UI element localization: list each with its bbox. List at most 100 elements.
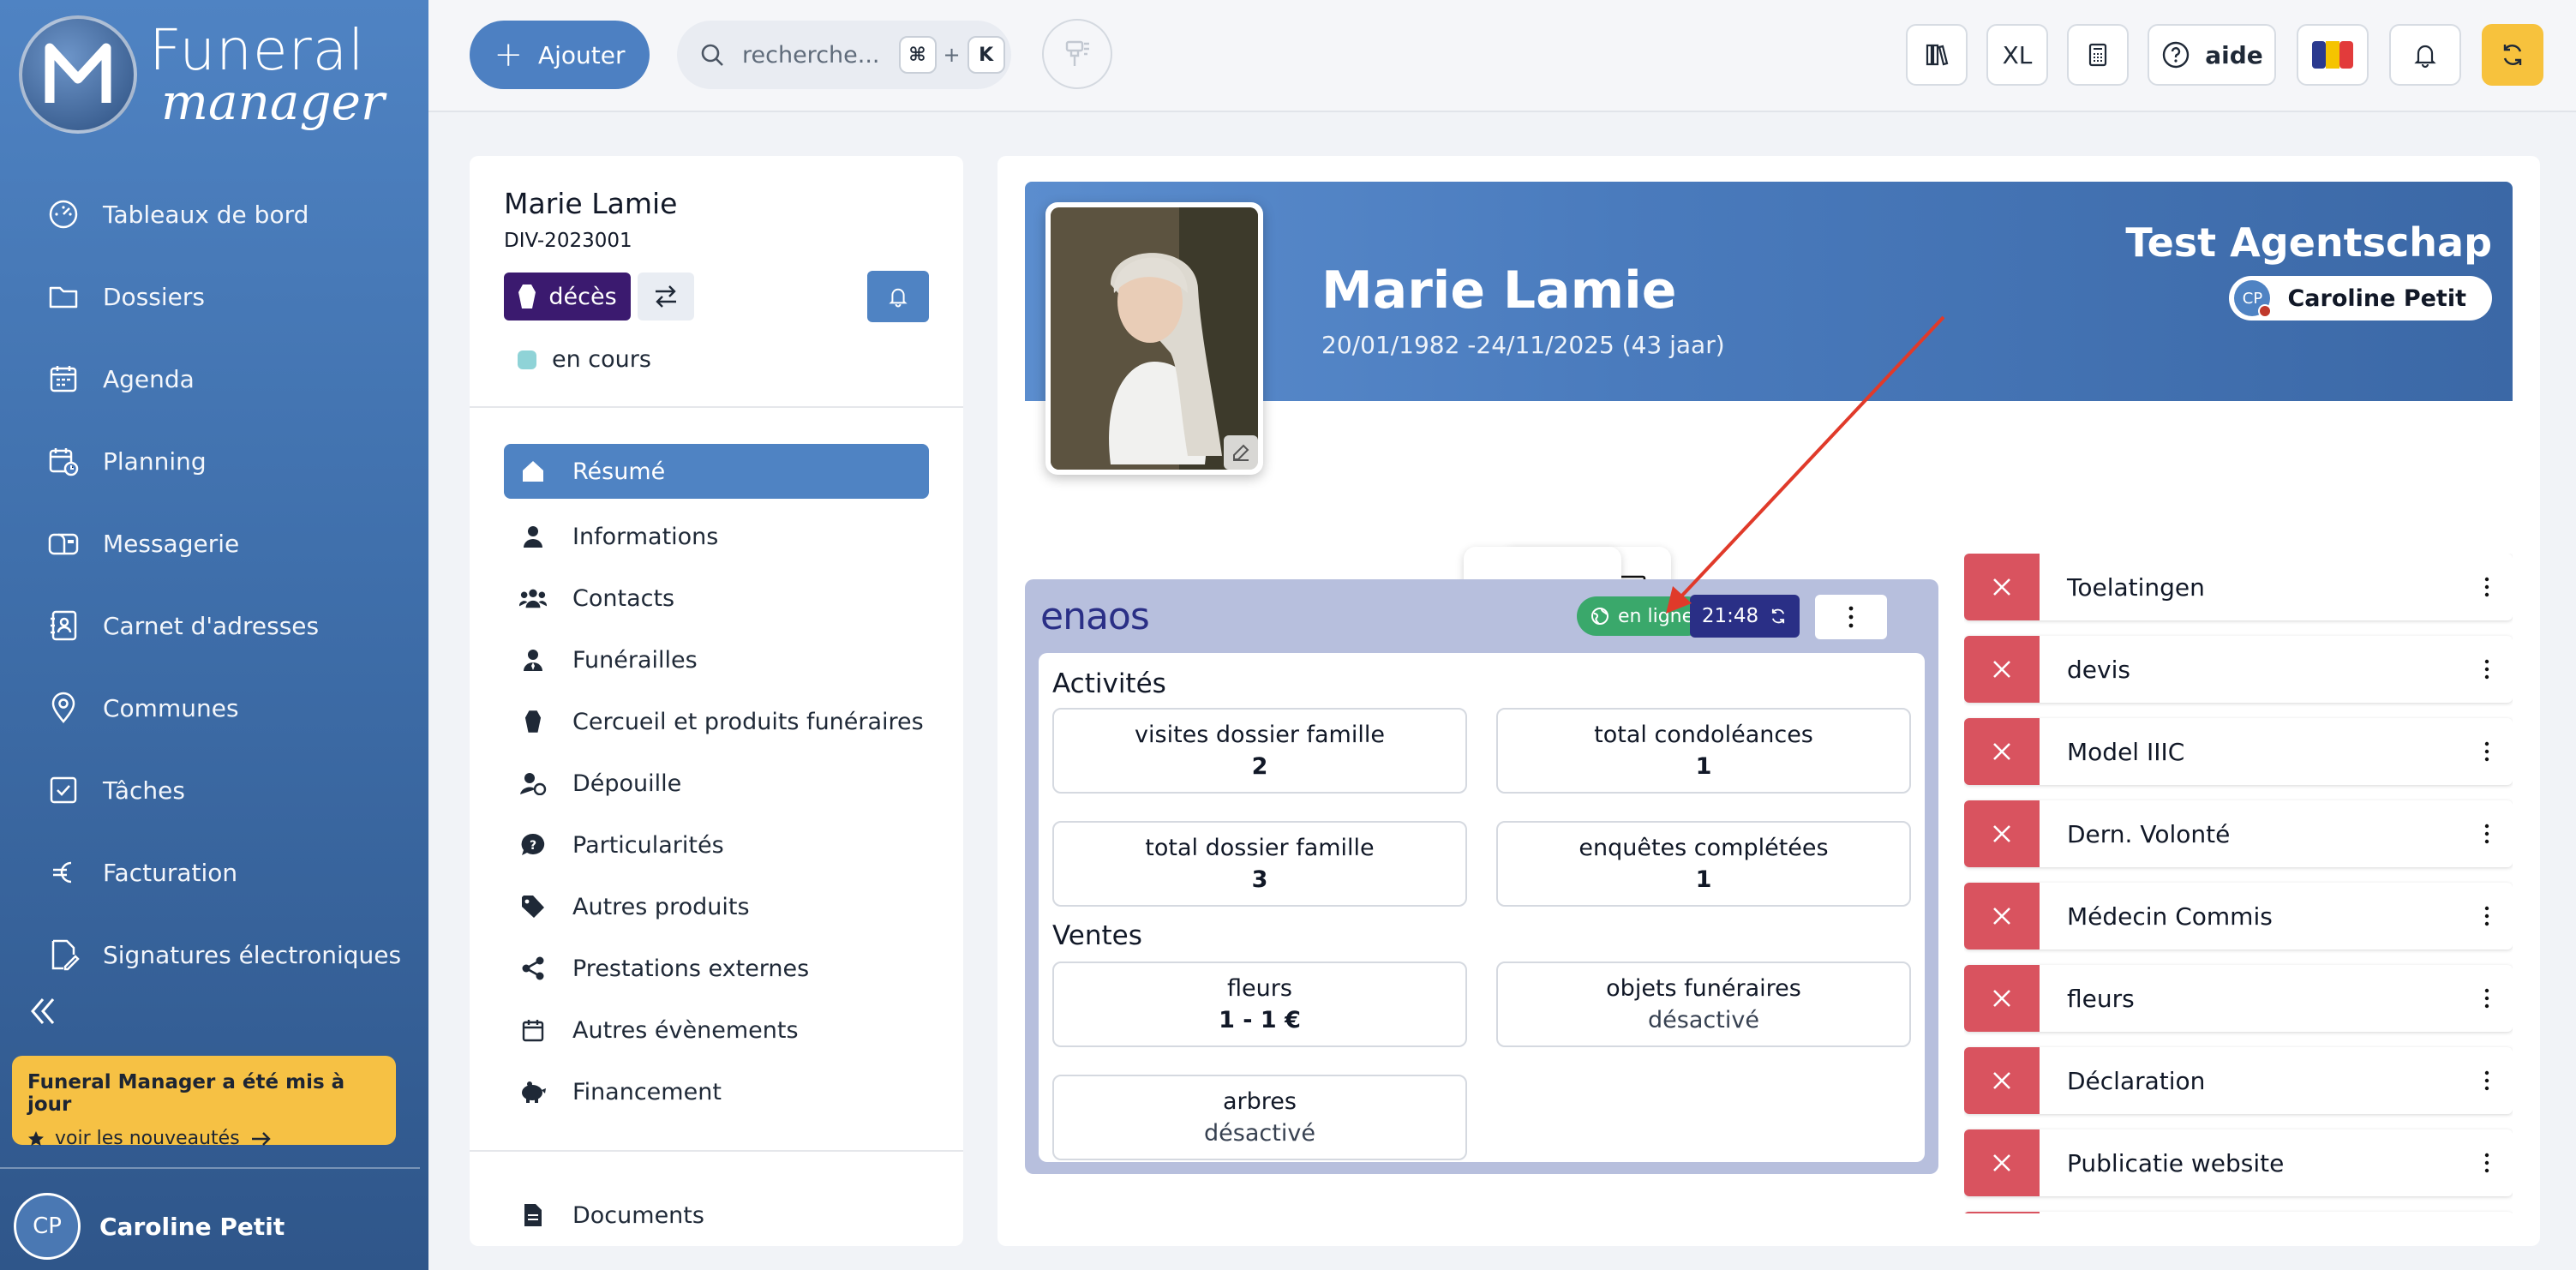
- stat-value: 1 - 1 €: [1219, 1007, 1301, 1033]
- sidebar-item-label: Tableaux de bord: [103, 200, 309, 229]
- task-label: Model IIIC: [2067, 737, 2185, 766]
- dossier-notify-button[interactable]: [867, 271, 929, 322]
- list-item[interactable]: fleurs: [1964, 965, 2513, 1032]
- filter-brush-button[interactable]: [1042, 19, 1112, 89]
- menu-item-label: Cercueil et produits funéraires: [572, 708, 924, 735]
- search-input[interactable]: recherche... ⌘ + K: [677, 21, 1011, 89]
- dossier-tab-informations[interactable]: Informations: [504, 506, 929, 567]
- close-icon: [1993, 578, 2010, 596]
- list-item[interactable]: Publicatie website: [1964, 1129, 2513, 1196]
- close-icon: [1993, 825, 2010, 842]
- dossier-tab-autres-produits[interactable]: Autres produits: [504, 876, 929, 938]
- stat-visites-dossier-famille: visites dossier famille 2: [1052, 708, 1467, 794]
- notifications-button[interactable]: [2389, 24, 2461, 86]
- sidebar-item-facturation[interactable]: Facturation: [0, 831, 428, 914]
- add-button[interactable]: + Ajouter: [470, 21, 650, 89]
- bell-icon: [2414, 45, 2436, 69]
- dossier-tab-resume[interactable]: Résumé: [504, 444, 929, 499]
- comment-question-icon: ?: [521, 833, 545, 855]
- dossier-tab-funerailles[interactable]: Funérailles: [504, 629, 929, 691]
- close-icon: [1993, 661, 2010, 678]
- sidebar-item-planning[interactable]: Planning: [0, 420, 428, 502]
- search-placeholder: recherche...: [742, 41, 880, 69]
- sidebar-item-taches[interactable]: Tâches: [0, 749, 428, 831]
- task-status-button[interactable]: [1964, 718, 2040, 785]
- help-button[interactable]: aide: [2148, 24, 2276, 86]
- task-status-button: [1964, 1212, 2040, 1213]
- list-item[interactable]: Médecin Commis: [1964, 883, 2513, 950]
- task-status-button[interactable]: [1964, 554, 2040, 620]
- online-status-badge[interactable]: en ligne: [1577, 596, 1708, 636]
- dossier-tab-documents[interactable]: Documents: [504, 1184, 929, 1246]
- stat-total-condoleances: total condoléances 1: [1496, 708, 1911, 794]
- task-menu-button[interactable]: [2461, 987, 2513, 1009]
- task-status-button[interactable]: [1964, 883, 2040, 950]
- xl-button[interactable]: XL: [1986, 24, 2048, 86]
- task-menu-button[interactable]: [2461, 576, 2513, 598]
- avatar: CP: [14, 1193, 81, 1260]
- task-status-button[interactable]: [1964, 965, 2040, 1032]
- calculator-button[interactable]: [2067, 24, 2129, 86]
- dossier-tab-depouille[interactable]: Dépouille: [504, 752, 929, 814]
- portrait-image: [1051, 207, 1258, 470]
- kbd-cmd: ⌘: [898, 36, 937, 74]
- list-item[interactable]: Dern. Volonté: [1964, 800, 2513, 867]
- last-sync-time[interactable]: 21:48: [1690, 595, 1800, 638]
- task-menu-button[interactable]: [2461, 905, 2513, 927]
- task-status-button[interactable]: [1964, 800, 2040, 867]
- sidebar-item-messagerie[interactable]: Messagerie: [0, 502, 428, 584]
- coffin-icon: [524, 710, 542, 733]
- sidebar-item-signatures[interactable]: Signatures électroniques: [0, 914, 428, 996]
- stat-value: désactivé: [1648, 1007, 1759, 1033]
- update-notice[interactable]: Funeral Manager a été mis à jour voir le…: [12, 1056, 396, 1149]
- dossier-tab-cercueil[interactable]: Cercueil et produits funéraires: [504, 691, 929, 752]
- dossier-tab-autres-evenements[interactable]: Autres évènements: [504, 999, 929, 1061]
- list-item[interactable]: devis: [1964, 636, 2513, 703]
- language-button[interactable]: [2297, 24, 2369, 86]
- update-link[interactable]: voir les nouveautés: [55, 1128, 240, 1149]
- deceased-photo[interactable]: [1045, 202, 1263, 475]
- stat-value: 1: [1695, 753, 1712, 780]
- collapse-sidebar-icon[interactable]: [24, 992, 62, 1030]
- file-icon: [524, 1204, 542, 1226]
- status-label: en cours: [552, 346, 651, 373]
- user-name: Caroline Petit: [99, 1212, 285, 1241]
- task-status-button[interactable]: [1964, 1047, 2040, 1114]
- list-item[interactable]: Toelatingen: [1964, 554, 2513, 620]
- help-icon: [2163, 41, 2190, 69]
- task-status-button[interactable]: [1964, 636, 2040, 703]
- task-menu-button[interactable]: [2461, 1152, 2513, 1174]
- sidebar-item-dossiers[interactable]: Dossiers: [0, 255, 428, 338]
- sidebar-item-agenda[interactable]: Agenda: [0, 338, 428, 420]
- task-menu-button[interactable]: [2461, 1069, 2513, 1092]
- task-label: Dern. Volonté: [2067, 819, 2231, 848]
- sidebar-item-tableaux-de-bord[interactable]: Tableaux de bord: [0, 173, 428, 255]
- sidebar-item-communes[interactable]: Communes: [0, 667, 428, 749]
- user-profile[interactable]: CP Caroline Petit: [14, 1193, 285, 1260]
- app-logo[interactable]: Funeral manager: [19, 15, 385, 134]
- dossier-tab-financement[interactable]: Financement: [504, 1061, 929, 1123]
- enaos-stats: Activités visites dossier famille 2 tota…: [1039, 653, 1925, 1162]
- task-label: Toelatingen: [2067, 572, 2205, 602]
- library-button[interactable]: [1906, 24, 1968, 86]
- dossier-type-badge[interactable]: décès: [504, 273, 631, 320]
- list-item[interactable]: Déclaration: [1964, 1047, 2513, 1114]
- enaos-more-button[interactable]: [1815, 595, 1887, 639]
- task-menu-button[interactable]: [2461, 658, 2513, 680]
- swap-icon: [656, 285, 676, 308]
- switch-type-button[interactable]: [638, 273, 694, 320]
- sidebar-item-label: Signatures électroniques: [103, 940, 402, 969]
- list-item[interactable]: Model IIIC: [1964, 718, 2513, 785]
- sidebar-item-carnet-adresses[interactable]: Carnet d'adresses: [0, 584, 428, 667]
- sync-button[interactable]: [2482, 24, 2543, 86]
- dossier-tab-particularites[interactable]: ? Particularités: [504, 814, 929, 876]
- dossier-tab-contacts[interactable]: Contacts: [504, 567, 929, 629]
- dossier-tab-prestations-externes[interactable]: Prestations externes: [504, 938, 929, 999]
- sidebar-item-label: Tâches: [103, 776, 185, 805]
- dossier-status[interactable]: en cours: [518, 346, 651, 373]
- task-menu-button[interactable]: [2461, 740, 2513, 763]
- task-status-button[interactable]: [1964, 1129, 2040, 1196]
- edit-photo-button[interactable]: [1224, 435, 1258, 470]
- assigned-agent[interactable]: CP Caroline Petit: [2229, 276, 2492, 320]
- task-menu-button[interactable]: [2461, 823, 2513, 845]
